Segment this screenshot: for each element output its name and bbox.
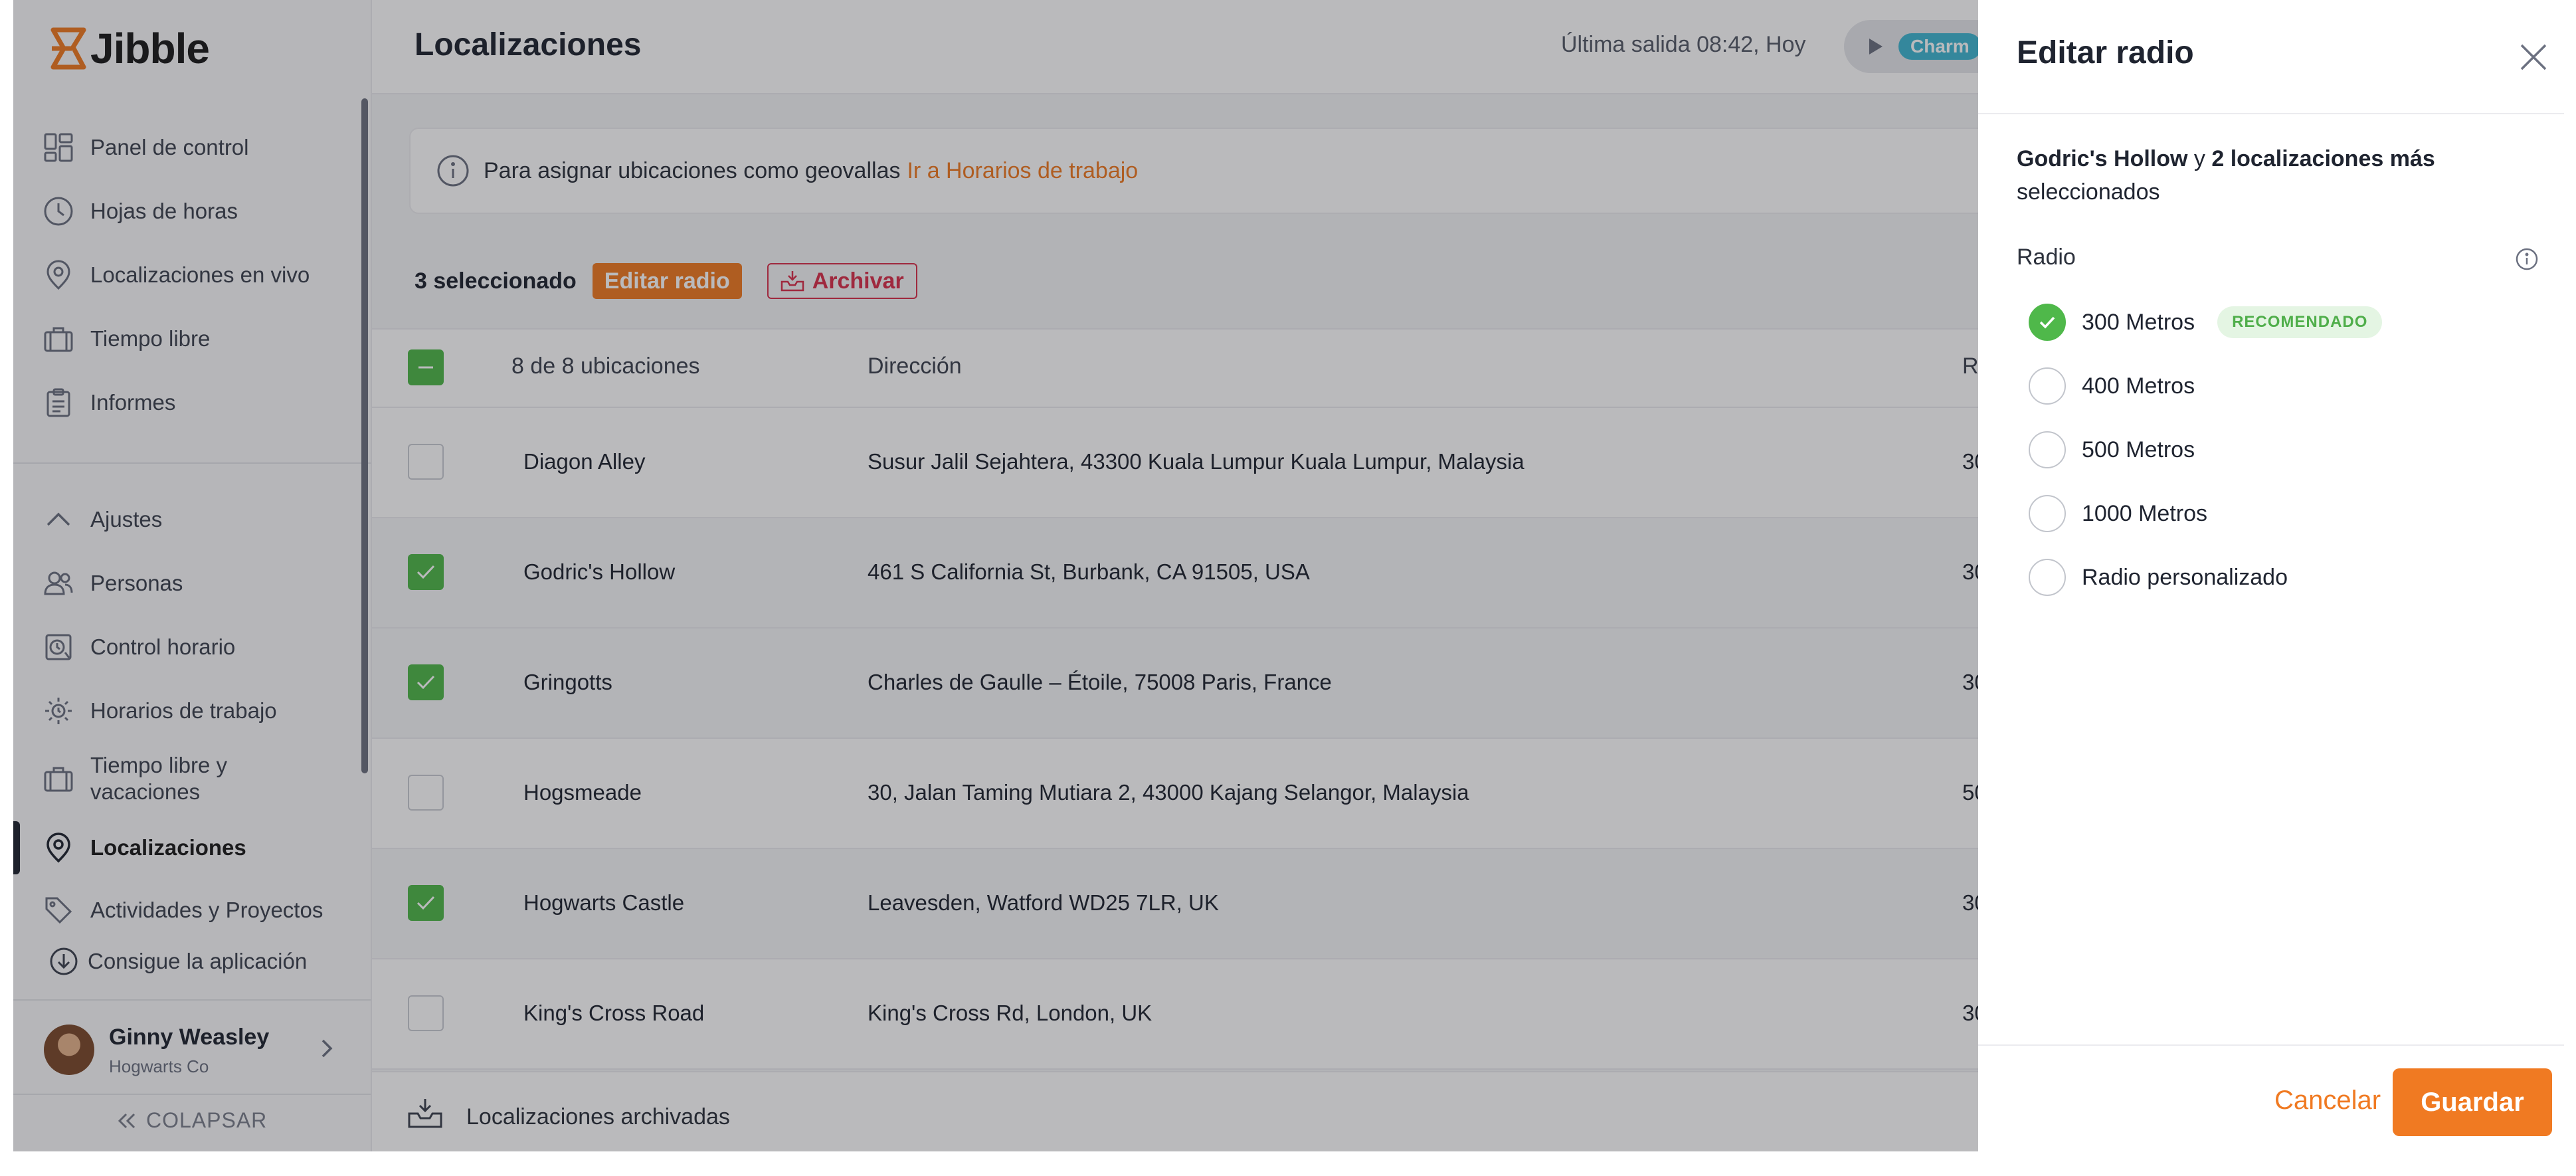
selection-primary-name: Godric's Hollow (2017, 146, 2188, 171)
radio-button[interactable] (2029, 495, 2066, 532)
radius-option-label: 500 Metros (2082, 437, 2195, 462)
radius-option-label: 300 Metros (2082, 309, 2195, 335)
radius-option-custom[interactable]: Radio personalizado (2029, 557, 2288, 598)
radius-option-400[interactable]: 400 Metros (2029, 365, 2195, 407)
edit-radius-drawer: Editar radio Godric's Hollow y 2 localiz… (1978, 0, 2564, 1151)
app-window: Jibble Panel de control Hojas de horas L… (13, 0, 2564, 1151)
radius-option-label: 1000 Metros (2082, 500, 2207, 526)
radius-option-1000[interactable]: 1000 Metros (2029, 493, 2207, 534)
close-icon[interactable] (2515, 39, 2552, 76)
info-icon[interactable] (2515, 247, 2539, 271)
radius-option-300[interactable]: 300 Metros RECOMENDADO (2029, 302, 2383, 343)
selection-description: Godric's Hollow y 2 localizaciones más s… (2017, 142, 2548, 209)
radius-option-label: Radio personalizado (2082, 564, 2288, 590)
modal-backdrop[interactable] (13, 0, 1978, 1151)
radius-option-label: 400 Metros (2082, 373, 2195, 399)
radio-button[interactable] (2029, 431, 2066, 468)
drawer-footer-divider (1978, 1044, 2564, 1046)
drawer-title: Editar radio (2017, 35, 2194, 70)
selection-connector: y (2193, 146, 2205, 171)
radius-option-500[interactable]: 500 Metros (2029, 429, 2195, 470)
recommended-badge: RECOMENDADO (2217, 306, 2383, 338)
cancel-button[interactable]: Cancelar (2261, 1067, 2394, 1133)
drawer-divider (1978, 113, 2564, 114)
radius-label: Radio (2017, 245, 2076, 270)
check-icon (2039, 316, 2055, 329)
radio-button[interactable] (2029, 304, 2066, 341)
selection-suffix: seleccionados (2017, 179, 2160, 205)
radio-button[interactable] (2029, 559, 2066, 596)
save-button[interactable]: Guardar (2393, 1068, 2552, 1136)
radio-button[interactable] (2029, 367, 2066, 405)
selection-more-count: 2 localizaciones más (2211, 146, 2435, 171)
